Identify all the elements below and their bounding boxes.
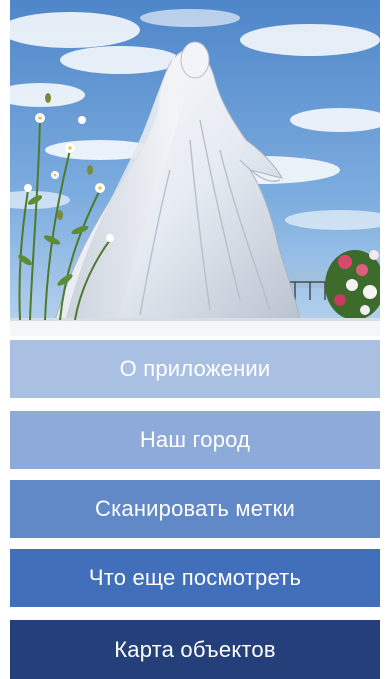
scan-tags-button[interactable]: Сканировать метки [10,480,380,538]
about-app-button[interactable]: О приложении [10,340,380,398]
hero-image [10,0,380,336]
about-app-label: О приложении [119,356,271,381]
objects-map-label: Карта объектов [114,636,276,662]
scan-tags-label: Сканировать метки [94,496,295,521]
statue-photo [10,0,380,336]
what-else-to-see-button[interactable]: Что еще посмотреть [10,549,380,607]
objects-map-button[interactable]: Карта объектов [10,620,380,679]
our-city-button[interactable]: Наш город [10,411,380,469]
app-screen: О приложении Наш город Сканировать метки… [0,0,390,679]
our-city-label: Наш город [139,427,251,452]
what-else-to-see-label: Что еще посмотреть [88,565,302,590]
